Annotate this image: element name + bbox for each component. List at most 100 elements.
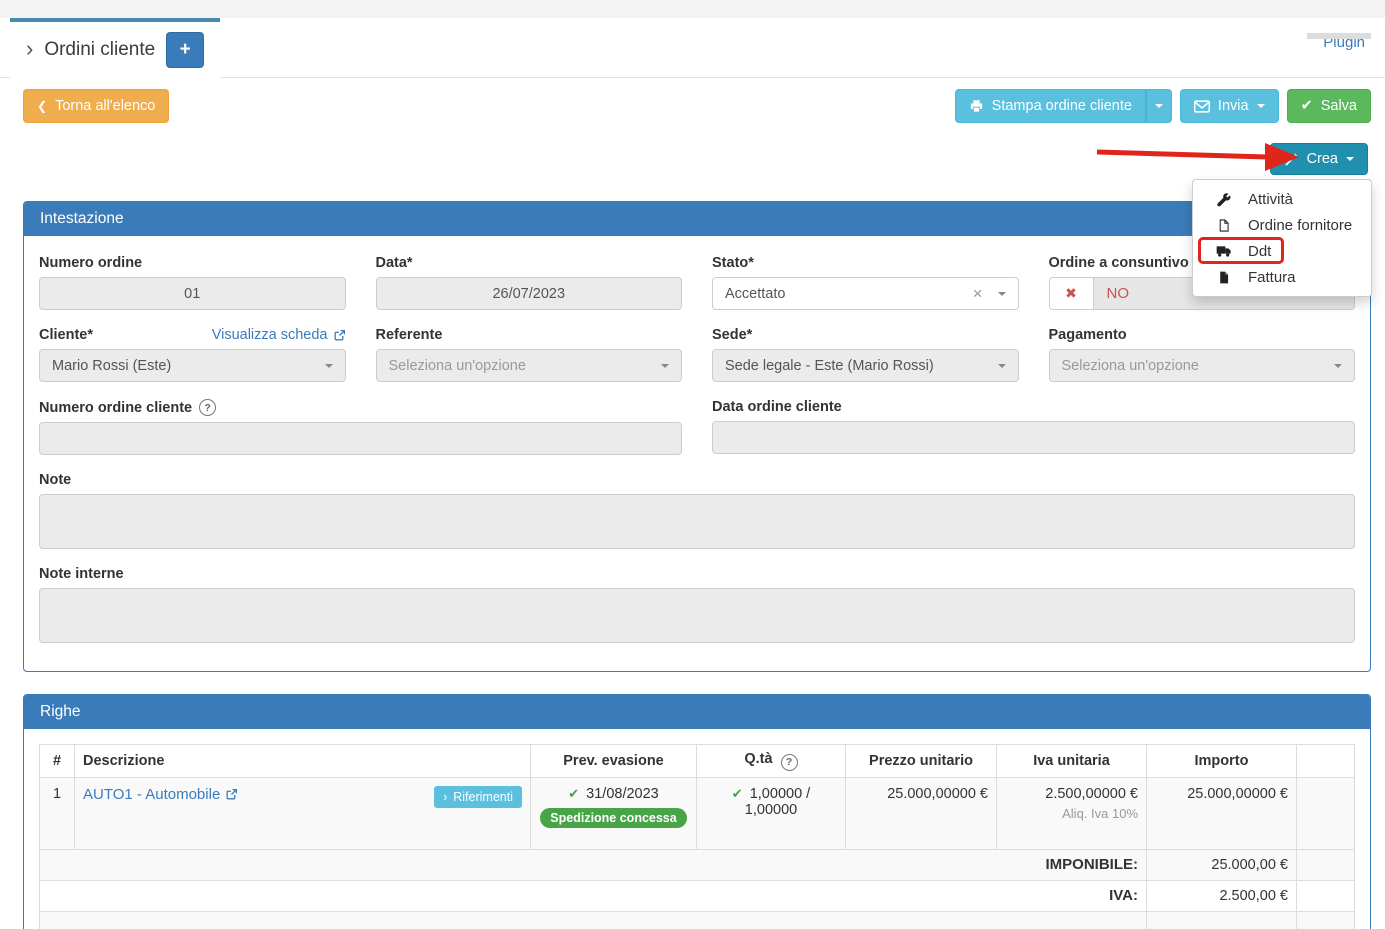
back-button[interactable]: ❮ Torna all'elenco — [23, 89, 169, 123]
pagamento-field: Pagamento Seleziona un'opzione — [1049, 327, 1356, 382]
save-button-label: Salva — [1321, 98, 1357, 114]
note-interne-textarea[interactable] — [39, 588, 1355, 643]
pagamento-select[interactable]: Seleziona un'opzione — [1049, 349, 1356, 382]
menu-item-ddt[interactable]: Ddt — [1193, 238, 1371, 264]
article-link[interactable]: AUTO1 - Automobile — [83, 786, 238, 803]
menu-item-attivita[interactable]: Attività — [1193, 186, 1371, 212]
cross-icon[interactable]: ✖ — [1050, 278, 1094, 309]
pagamento-label: Pagamento — [1049, 327, 1356, 343]
visualizza-scheda-label: Visualizza scheda — [212, 327, 328, 343]
stato-field: Stato* Accettato × — [712, 255, 1019, 310]
menu-item-label: Ordine fornitore — [1248, 217, 1352, 234]
sede-field: Sede* Sede legale - Este (Mario Rossi) — [712, 327, 1019, 382]
print-dropdown-toggle[interactable] — [1146, 89, 1172, 123]
crea-button-label: Crea — [1307, 151, 1338, 167]
note-field: Note — [39, 472, 1355, 549]
caret-down-icon — [325, 364, 333, 368]
numero-ordine-cliente-input[interactable] — [39, 422, 682, 455]
col-qta: Q.tà ? — [697, 745, 846, 778]
numero-ordine-cliente-label: Numero ordine cliente — [39, 400, 192, 416]
numero-ordine-input[interactable]: 01 — [39, 277, 346, 310]
righe-body: # Descrizione Prev. evasione Q.tà ? Prez… — [24, 729, 1370, 929]
visualizza-scheda-link[interactable]: Visualizza scheda — [212, 327, 346, 343]
aliquota-label: Aliq. Iva 10% — [1005, 806, 1138, 821]
row-importo: 25.000,00000 € — [1147, 777, 1297, 849]
numero-ordine-cliente-field: Numero ordine cliente ? — [39, 399, 682, 455]
prev-evasione-date: 31/08/2023 — [586, 786, 659, 802]
send-button-label: Invia — [1218, 98, 1249, 114]
send-button[interactable]: Invia — [1180, 89, 1279, 123]
envelope-icon — [1194, 100, 1210, 113]
top-right-stub — [1307, 33, 1371, 39]
print-button[interactable]: Stampa ordine cliente — [955, 89, 1146, 123]
check-icon: ✔ — [1301, 98, 1313, 114]
data-ordine-cliente-label: Data ordine cliente — [712, 399, 1355, 415]
iva-row: IVA: 2.500,00 € — [40, 880, 1355, 911]
row-descrizione: AUTO1 - Automobile › Riferimenti — [75, 777, 531, 849]
menu-item-label: Attività — [1248, 191, 1293, 208]
data-input[interactable]: 26/07/2023 — [376, 277, 683, 310]
tab-ordini-cliente[interactable]: › Ordini cliente + — [10, 18, 220, 78]
caret-down-icon — [1257, 104, 1265, 108]
note-textarea[interactable] — [39, 494, 1355, 549]
table-header-row: # Descrizione Prev. evasione Q.tà ? Prez… — [40, 745, 1355, 778]
menu-item-fattura[interactable]: Fattura — [1193, 264, 1371, 290]
check-icon: ✔ — [568, 786, 579, 801]
chevron-right-icon: › — [443, 790, 447, 804]
file-outline-icon — [1215, 218, 1232, 233]
toolbar-right: Stampa ordine cliente Invia ✔ Salva — [955, 89, 1371, 123]
iva-value: 2.500,00000 € — [1005, 786, 1138, 802]
cliente-value: Mario Rossi (Este) — [52, 358, 171, 374]
wrench-icon — [1215, 192, 1232, 207]
caret-down-icon — [998, 292, 1006, 296]
iva-label: IVA: — [40, 880, 1147, 911]
righe-panel: Righe # Descrizione Prev. evasione Q.tà … — [23, 694, 1371, 929]
imponibile-value: 25.000,00 € — [1147, 849, 1297, 880]
clear-icon[interactable]: × — [973, 285, 983, 302]
row-num: 1 — [40, 777, 75, 849]
imponibile-actions — [1297, 849, 1355, 880]
data-ordine-cliente-input[interactable] — [712, 421, 1355, 454]
sede-label: Sede* — [712, 327, 1019, 343]
save-button[interactable]: ✔ Salva — [1287, 89, 1371, 123]
numero-ordine-label: Numero ordine — [39, 255, 346, 271]
spedizione-badge: Spedizione concessa — [540, 808, 686, 828]
check-icon: ✔ — [732, 786, 743, 801]
top-strip — [0, 0, 1385, 18]
cliente-select[interactable]: Mario Rossi (Este) — [39, 349, 346, 382]
col-actions — [1297, 745, 1355, 778]
riferimenti-label: Riferimenti — [453, 790, 513, 804]
numero-ordine-field: Numero ordine 01 — [39, 255, 346, 310]
referente-field: Referente Seleziona un'opzione — [376, 327, 683, 382]
intestazione-header: Intestazione — [24, 202, 1370, 236]
page-title: Ordini cliente — [44, 39, 155, 61]
row-prezzo-unitario: 25.000,00000 € — [846, 777, 997, 849]
external-link-icon — [333, 329, 346, 342]
menu-item-ordine-fornitore[interactable]: Ordine fornitore — [1193, 212, 1371, 238]
menu-item-label: Fattura — [1248, 269, 1296, 286]
stato-select[interactable]: Accettato × — [712, 277, 1019, 310]
data-value: 26/07/2023 — [492, 286, 565, 302]
question-circle-icon: ? — [199, 399, 216, 416]
page: › Ordini cliente + Plugin ❮ Torna all'el… — [0, 0, 1385, 929]
intestazione-body: Numero ordine 01 Data* 26/07/2023 Stato*… — [24, 236, 1370, 671]
referente-select[interactable]: Seleziona un'opzione — [376, 349, 683, 382]
chevron-right-icon: › — [26, 38, 33, 60]
riferimenti-badge[interactable]: › Riferimenti — [434, 786, 522, 808]
sede-value: Sede legale - Este (Mario Rossi) — [725, 358, 934, 374]
referente-label: Referente — [376, 327, 683, 343]
stato-label: Stato* — [712, 255, 1019, 271]
article-link-label: AUTO1 - Automobile — [83, 786, 220, 803]
row-actions — [1297, 777, 1355, 849]
col-num: # — [40, 745, 75, 778]
crea-button[interactable]: Crea — [1270, 143, 1368, 175]
back-button-label: Torna all'elenco — [55, 98, 155, 114]
add-order-button[interactable]: + — [166, 32, 204, 68]
sede-select[interactable]: Sede legale - Este (Mario Rossi) — [712, 349, 1019, 382]
caret-down-icon — [998, 364, 1006, 368]
iva-value: 2.500,00 € — [1147, 880, 1297, 911]
note-label: Note — [39, 472, 1355, 488]
menu-item-label: Ddt — [1248, 243, 1271, 260]
col-importo: Importo — [1147, 745, 1297, 778]
tab-bar: › Ordini cliente + Plugin — [0, 18, 1385, 78]
